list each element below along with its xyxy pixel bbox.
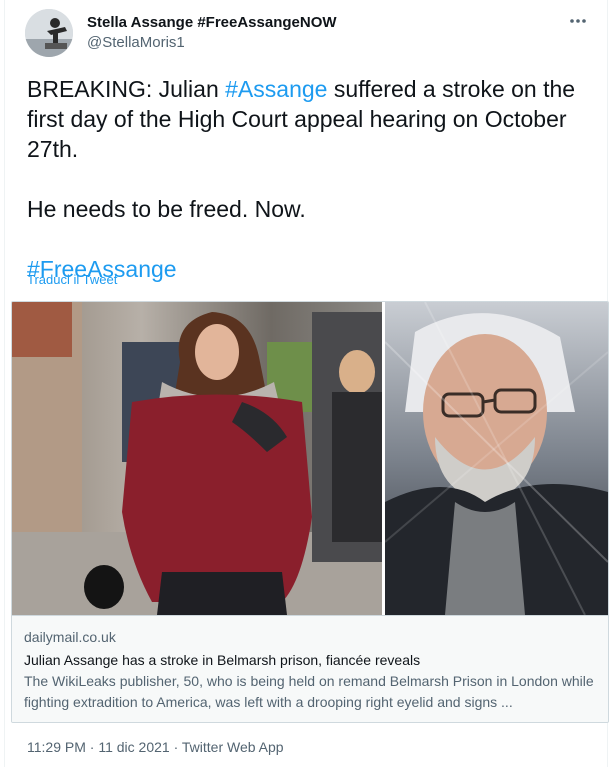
tweet-header: Stella Assange #FreeAssangeNOW @StellaMo… — [25, 9, 595, 59]
card-images — [12, 302, 608, 615]
tweet-paragraph-1: BREAKING: Julian #Assange suffered a str… — [27, 74, 597, 164]
card-domain: dailymail.co.uk — [24, 629, 116, 645]
card-image-woman-photo — [12, 302, 382, 615]
meta-separator: · — [169, 739, 182, 755]
hashtag-assange-link[interactable]: #Assange — [225, 76, 327, 102]
card-description: The WikiLeaks publisher, 50, who is bein… — [24, 673, 594, 710]
more-button[interactable] — [565, 11, 591, 31]
more-horizontal-icon — [569, 18, 587, 24]
tweet: Stella Assange #FreeAssangeNOW @StellaMo… — [4, 0, 609, 767]
tweet-text: BREAKING: Julian #Assange suffered a str… — [27, 74, 597, 284]
tweet-paragraph-2: He needs to be freed. Now. — [27, 196, 306, 222]
card-image-man-photo — [385, 302, 608, 615]
card-title: Julian Assange has a stroke in Belmarsh … — [24, 652, 421, 668]
tweet-text-prefix: BREAKING: Julian — [27, 76, 226, 102]
avatar[interactable] — [25, 9, 73, 57]
tweet-timestamp: 11:29 PM · 11 dic 2021 · Twitter Web App — [27, 739, 284, 755]
translate-tweet-link[interactable]: Traduci il Tweet — [27, 272, 117, 287]
tweet-source-link[interactable]: Twitter Web App — [182, 739, 284, 755]
display-name[interactable]: Stella Assange #FreeAssangeNOW — [87, 13, 337, 33]
author-block[interactable]: Stella Assange #FreeAssangeNOW @StellaMo… — [87, 13, 337, 53]
tweet-date-link[interactable]: 11 dic 2021 — [98, 739, 169, 755]
meta-separator: · — [85, 739, 99, 755]
handle[interactable]: @StellaMoris1 — [87, 33, 337, 53]
card-details: dailymail.co.uk Julian Assange has a str… — [12, 615, 608, 722]
tweet-time-link[interactable]: 11:29 PM — [27, 739, 86, 755]
link-card[interactable]: dailymail.co.uk Julian Assange has a str… — [11, 301, 609, 723]
